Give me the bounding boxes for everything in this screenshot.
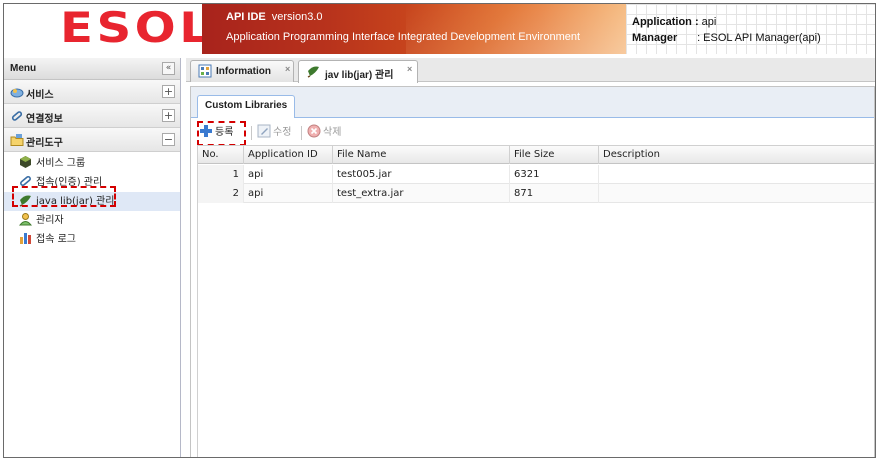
manager-label: Manager [632, 32, 678, 44]
info-icon [198, 64, 212, 78]
app-title: API IDE version3.0 [226, 11, 323, 23]
cell-description [599, 165, 874, 184]
toolbar-divider [251, 126, 252, 140]
section-admin-tools[interactable]: 관리도구 − [4, 128, 180, 152]
tab-content: Custom Libraries 등록 수정 삭제 No. Applicatio… [190, 86, 875, 457]
collapse-menu-button[interactable]: « [162, 62, 175, 75]
application-value: api [701, 16, 717, 28]
app-subtitle: Application Programming Interface Integr… [226, 31, 581, 43]
pencil-icon [257, 124, 271, 138]
tab-information-label: Information [216, 66, 271, 77]
column-header-app-id[interactable]: Application ID [244, 146, 333, 164]
app-name: API IDE [226, 11, 266, 23]
cell-no: 1 [198, 165, 244, 184]
column-header-description[interactable]: Description [599, 146, 874, 164]
main-area: Information × jav lib(jar) 관리 × Custom L… [186, 58, 875, 457]
manager-value: : ESOL API Manager(api) [697, 32, 821, 44]
cell-no: 2 [198, 184, 244, 203]
edit-button-label: 수정 [273, 127, 292, 138]
highlight-annotation [12, 186, 116, 207]
grid-header: No. Application ID File Name File Size D… [198, 145, 874, 164]
app-window: ESOL API IDE version3.0 Application Progr… [3, 3, 876, 458]
libraries-grid: No. Application ID File Name File Size D… [197, 145, 874, 457]
sidebar-item-label: 접속 로그 [36, 234, 76, 245]
sidebar-item-admin[interactable]: 관리자 [4, 211, 180, 230]
collapse-icon[interactable]: − [162, 133, 175, 146]
sidebar-item-label: 서비스 그룹 [36, 158, 86, 169]
subtab-bar: Custom Libraries [191, 87, 874, 118]
section-connection[interactable]: 연결정보 + [4, 104, 180, 128]
sidebar-item-service-group[interactable]: 서비스 그룹 [4, 154, 180, 173]
close-icon[interactable]: × [407, 64, 412, 74]
expand-icon[interactable]: + [162, 85, 175, 98]
application-label: Application : [632, 16, 699, 28]
manager-row: Manager : ESOL API Manager(api) [632, 32, 821, 44]
session-info: Application : api Manager : ESOL API Man… [626, 4, 875, 54]
grid-toolbar: 등록 수정 삭제 [197, 122, 874, 144]
column-header-no[interactable]: No. [198, 146, 244, 164]
highlight-annotation [197, 121, 246, 146]
cell-file-size: 871 [510, 184, 599, 203]
tab-bar: Information × jav lib(jar) 관리 × [186, 58, 875, 83]
column-header-file-name[interactable]: File Name [333, 146, 510, 164]
java-icon [306, 64, 320, 78]
menu-panel: Menu « 서비스 + 연결정보 + 관리도구 − 서비스 그룹 접속(인증)… [4, 58, 181, 457]
cube-icon [18, 155, 33, 169]
logo-area: ESOL [4, 4, 210, 54]
toolbar-divider [301, 126, 302, 140]
header-banner: API IDE version3.0 Application Programmin… [202, 4, 626, 54]
table-row[interactable]: 1 api test005.jar 6321 [198, 165, 874, 184]
cell-file-size: 6321 [510, 165, 599, 184]
sidebar-item-access-log[interactable]: 접속 로그 [4, 230, 180, 249]
cell-file-name: test_extra.jar [333, 184, 510, 203]
esol-logo: ESOL [60, 3, 214, 52]
folder-icon [10, 133, 24, 147]
column-header-file-size[interactable]: File Size [510, 146, 599, 164]
user-icon [18, 212, 33, 226]
cell-description [599, 184, 874, 203]
table-row[interactable]: 2 api test_extra.jar 871 [198, 184, 874, 203]
cell-app-id: api [244, 184, 333, 203]
cell-app-id: api [244, 165, 333, 184]
tab-java-lib[interactable]: jav lib(jar) 관리 × [298, 60, 418, 83]
section-admin-tools-label: 관리도구 [26, 138, 63, 149]
delete-icon [307, 124, 321, 138]
tab-information[interactable]: Information × [190, 60, 294, 82]
admin-tools-tree: 서비스 그룹 접속(인증) 관리 java lib(jar) 관리 관리자 접속… [4, 152, 180, 452]
tab-java-lib-label: jav lib(jar) 관리 [325, 70, 394, 81]
edit-button[interactable]: 수정 [257, 122, 291, 144]
app-header: ESOL API IDE version3.0 Application Progr… [4, 4, 875, 54]
delete-button-label: 삭제 [323, 127, 342, 138]
menu-title: Menu [10, 63, 37, 74]
close-icon[interactable]: × [285, 64, 290, 74]
service-icon [10, 85, 24, 99]
application-row: Application : api [632, 16, 716, 28]
section-connection-label: 연결정보 [26, 114, 63, 125]
bar-chart-icon [18, 231, 33, 245]
section-service[interactable]: 서비스 + [4, 80, 180, 104]
link-icon [10, 109, 24, 123]
section-service-label: 서비스 [26, 90, 54, 101]
app-version: version3.0 [271, 11, 323, 23]
tab-custom-libraries[interactable]: Custom Libraries [197, 95, 296, 118]
menu-header: Menu « [4, 58, 180, 80]
cell-file-name: test005.jar [333, 165, 510, 184]
expand-icon[interactable]: + [162, 109, 175, 122]
sidebar-item-label: 관리자 [36, 215, 64, 226]
delete-button[interactable]: 삭제 [307, 122, 341, 144]
